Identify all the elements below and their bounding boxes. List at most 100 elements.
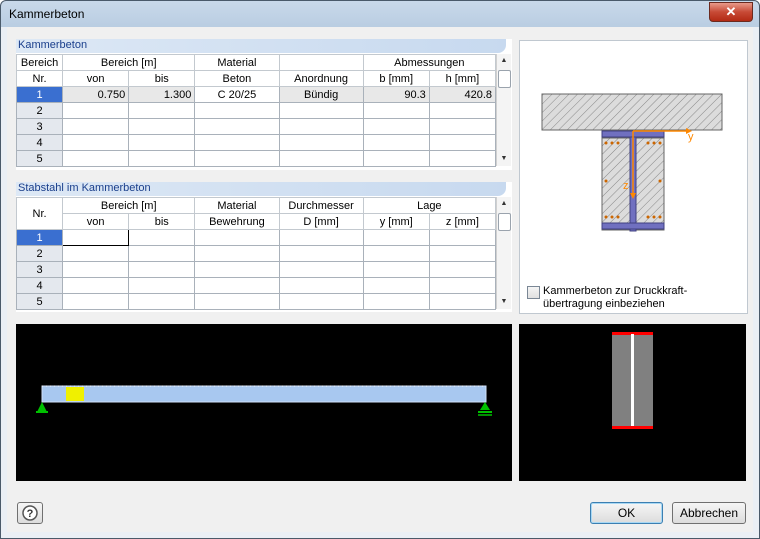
druckkraft-checkbox[interactable]	[527, 286, 540, 299]
col-header-von: von	[62, 213, 130, 230]
table-row[interactable]: 1 0.750 1.300 C 20/25 Bündig 90.3 420.8	[15, 86, 497, 103]
table-row[interactable]: 2	[15, 102, 497, 119]
help-button[interactable]: ?	[17, 502, 43, 524]
cell-bis[interactable]	[128, 150, 196, 167]
cell-z[interactable]	[428, 293, 497, 310]
cell-von[interactable]	[62, 134, 130, 151]
cell-b[interactable]: 90.3	[362, 86, 430, 103]
cell-von[interactable]	[62, 277, 130, 294]
cell-bewehrung[interactable]	[194, 261, 280, 278]
cell-z[interactable]	[428, 277, 497, 294]
col-header-bereich-m: Bereich [m]	[62, 54, 196, 71]
cell-beton[interactable]	[194, 134, 280, 151]
stabstahl-scrollbar[interactable]: ▲ ▼	[496, 197, 511, 309]
cell-d[interactable]	[278, 277, 364, 294]
col-header-abmessungen: Abmessungen	[362, 54, 497, 71]
table-row[interactable]: 4	[15, 277, 497, 294]
cell-z[interactable]	[428, 245, 497, 262]
cell-h[interactable]	[428, 118, 497, 135]
cell-y[interactable]	[362, 245, 430, 262]
scroll-down-arrow[interactable]: ▼	[497, 295, 511, 309]
cell-beton[interactable]	[194, 102, 280, 119]
table-row[interactable]: 3	[15, 118, 497, 135]
table-row[interactable]: 5	[15, 293, 497, 310]
col-header-durchmesser: Durchmesser	[278, 197, 364, 214]
cell-bewehrung[interactable]	[194, 277, 280, 294]
cell-von[interactable]	[62, 261, 130, 278]
cell-y[interactable]	[362, 293, 430, 310]
table-row[interactable]: 3	[15, 261, 497, 278]
scroll-thumb[interactable]	[498, 70, 511, 88]
cell-d[interactable]	[278, 245, 364, 262]
scroll-thumb[interactable]	[498, 213, 511, 231]
cell-d[interactable]	[278, 293, 364, 310]
scroll-up-arrow[interactable]: ▲	[497, 197, 511, 211]
cell-bis[interactable]	[128, 134, 196, 151]
row-number[interactable]: 1	[15, 229, 64, 246]
row-number[interactable]: 2	[15, 245, 64, 262]
row-number[interactable]: 3	[15, 261, 64, 278]
cell-bewehrung[interactable]	[194, 293, 280, 310]
cell-bis[interactable]	[128, 229, 196, 246]
cell-y[interactable]	[362, 261, 430, 278]
cell-y[interactable]	[362, 277, 430, 294]
scroll-down-arrow[interactable]: ▼	[497, 152, 511, 166]
druckkraft-checkbox-label[interactable]: Kammerbeton zur Druckkraft-übertragung e…	[543, 285, 760, 311]
cancel-button[interactable]: Abbrechen	[672, 502, 746, 524]
cell-z[interactable]	[428, 261, 497, 278]
cell-d[interactable]	[278, 261, 364, 278]
cell-bewehrung[interactable]	[194, 245, 280, 262]
cell-bis[interactable]	[128, 277, 196, 294]
row-number[interactable]: 5	[15, 293, 64, 310]
cell-von[interactable]	[62, 293, 130, 310]
cell-b[interactable]	[362, 134, 430, 151]
cell-beton[interactable]	[194, 118, 280, 135]
cell-h[interactable]: 420.8	[428, 86, 497, 103]
cell-z[interactable]	[428, 229, 497, 246]
cell-h[interactable]	[428, 134, 497, 151]
cell-von[interactable]	[62, 102, 130, 119]
row-number[interactable]: 4	[15, 134, 64, 151]
cell-beton[interactable]: C 20/25	[194, 86, 280, 103]
cell-anordnung[interactable]	[278, 150, 364, 167]
close-button[interactable]: ✕	[709, 2, 753, 22]
cell-bis[interactable]	[128, 102, 196, 119]
cell-anordnung[interactable]	[278, 118, 364, 135]
cell-bis[interactable]: 1.300	[128, 86, 196, 103]
table-row[interactable]: 5	[15, 150, 497, 167]
cell-beton[interactable]	[194, 150, 280, 167]
cell-bis[interactable]	[128, 245, 196, 262]
cell-bis[interactable]	[128, 118, 196, 135]
table-row[interactable]: 1	[15, 229, 497, 246]
table-row[interactable]: 4	[15, 134, 497, 151]
kammerbeton-scrollbar[interactable]: ▲ ▼	[496, 54, 511, 166]
cell-anordnung[interactable]: Bündig	[278, 86, 364, 103]
cell-bewehrung[interactable]	[194, 229, 280, 246]
cell-y[interactable]	[362, 229, 430, 246]
cell-bis[interactable]	[128, 261, 196, 278]
cell-von[interactable]	[62, 118, 130, 135]
cell-b[interactable]	[362, 150, 430, 167]
row-number[interactable]: 5	[15, 150, 64, 167]
cell-d[interactable]	[278, 229, 364, 246]
row-number[interactable]: 4	[15, 277, 64, 294]
cell-h[interactable]	[428, 150, 497, 167]
cell-b[interactable]	[362, 118, 430, 135]
row-number[interactable]: 2	[15, 102, 64, 119]
cell-von[interactable]	[62, 150, 130, 167]
col-header-material: Material	[194, 197, 280, 214]
row-number[interactable]: 1	[15, 86, 64, 103]
scroll-up-arrow[interactable]: ▲	[497, 54, 511, 68]
cell-anordnung[interactable]	[278, 134, 364, 151]
cell-b[interactable]	[362, 102, 430, 119]
cell-von[interactable]: 0.750	[62, 86, 130, 103]
cell-von[interactable]	[62, 245, 130, 262]
close-icon: ✕	[725, 4, 737, 19]
table-row[interactable]: 2	[15, 245, 497, 262]
cell-von[interactable]	[62, 229, 130, 246]
cell-anordnung[interactable]	[278, 102, 364, 119]
cell-h[interactable]	[428, 102, 497, 119]
cell-bis[interactable]	[128, 293, 196, 310]
row-number[interactable]: 3	[15, 118, 64, 135]
ok-button[interactable]: OK	[590, 502, 663, 524]
